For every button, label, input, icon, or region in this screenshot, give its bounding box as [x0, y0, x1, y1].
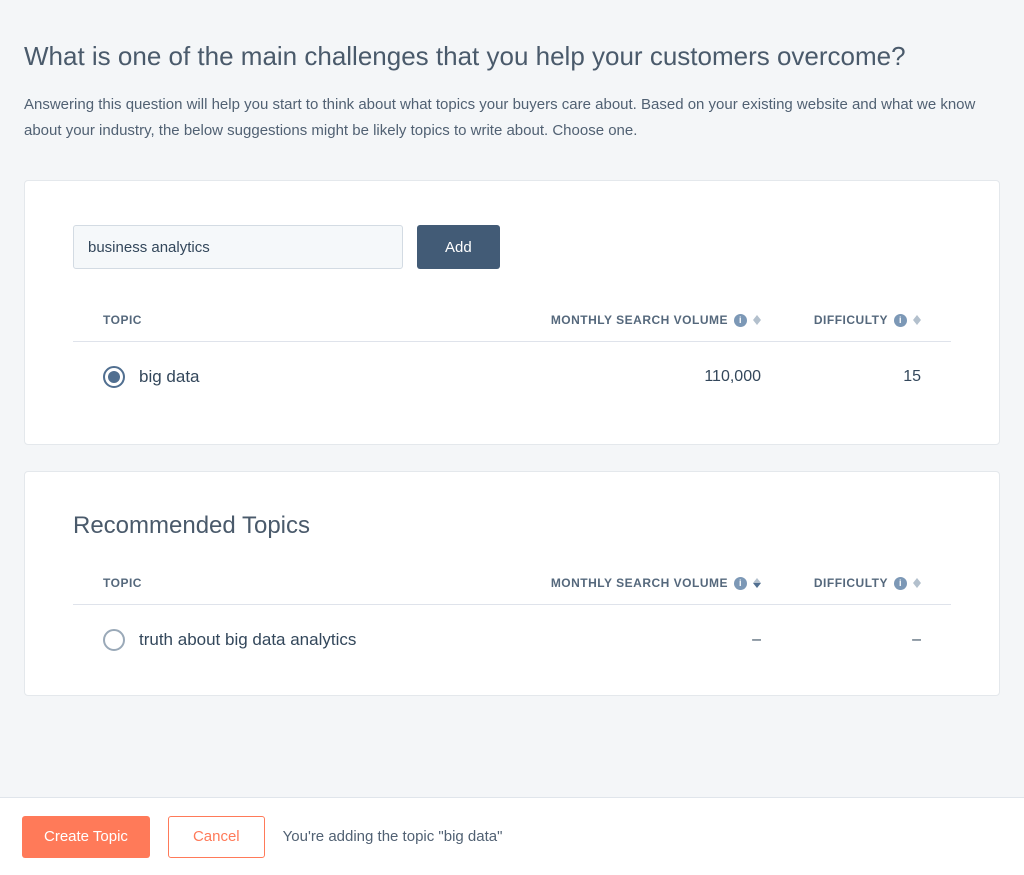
- topic-difficulty: 15: [761, 368, 921, 386]
- footer-bar: Create Topic Cancel You're adding the to…: [0, 797, 1024, 875]
- topic-volume: –: [501, 631, 761, 649]
- table-row[interactable]: truth about big data analytics – –: [73, 605, 951, 675]
- info-icon[interactable]: i: [734, 314, 747, 327]
- col-header-topic-label: TOPIC: [103, 576, 142, 590]
- topic-input[interactable]: [73, 225, 403, 269]
- radio-selected-icon[interactable]: [103, 366, 125, 388]
- recommended-title: Recommended Topics: [73, 512, 951, 540]
- col-header-difficulty-label: DIFFICULTY: [814, 576, 888, 590]
- topic-input-row: Add: [73, 225, 951, 269]
- col-header-topic[interactable]: TOPIC: [103, 576, 501, 590]
- added-topics-table: TOPIC MONTHLY SEARCH VOLUME i DIFFICULTY…: [73, 313, 951, 412]
- info-icon[interactable]: i: [894, 577, 907, 590]
- cancel-button[interactable]: Cancel: [168, 816, 265, 858]
- recommended-table: TOPIC MONTHLY SEARCH VOLUME i DIFFICULTY…: [73, 576, 951, 675]
- sort-icon[interactable]: [753, 578, 761, 588]
- col-header-volume-label: MONTHLY SEARCH VOLUME: [551, 313, 728, 327]
- col-header-difficulty-label: DIFFICULTY: [814, 313, 888, 327]
- col-header-topic[interactable]: TOPIC: [103, 313, 501, 327]
- topic-volume: 110,000: [501, 368, 761, 386]
- col-header-topic-label: TOPIC: [103, 313, 142, 327]
- topic-difficulty: –: [761, 631, 921, 649]
- topic-name: big data: [139, 367, 200, 387]
- table-header: TOPIC MONTHLY SEARCH VOLUME i DIFFICULTY…: [73, 576, 951, 605]
- col-header-volume[interactable]: MONTHLY SEARCH VOLUME i: [501, 576, 761, 590]
- col-header-difficulty[interactable]: DIFFICULTY i: [761, 313, 921, 327]
- sort-icon[interactable]: [913, 578, 921, 588]
- add-button[interactable]: Add: [417, 225, 500, 269]
- page-heading: What is one of the main challenges that …: [24, 40, 1000, 74]
- col-header-volume[interactable]: MONTHLY SEARCH VOLUME i: [501, 313, 761, 327]
- sort-icon[interactable]: [753, 315, 761, 325]
- topic-input-card: Add TOPIC MONTHLY SEARCH VOLUME i DIFFIC…: [24, 180, 1000, 445]
- col-header-volume-label: MONTHLY SEARCH VOLUME: [551, 576, 728, 590]
- page-subtext: Answering this question will help you st…: [24, 92, 1000, 145]
- footer-status-text: You're adding the topic "big data": [283, 828, 503, 845]
- topic-name: truth about big data analytics: [139, 630, 356, 650]
- col-header-difficulty[interactable]: DIFFICULTY i: [761, 576, 921, 590]
- info-icon[interactable]: i: [894, 314, 907, 327]
- sort-icon[interactable]: [913, 315, 921, 325]
- radio-unselected-icon[interactable]: [103, 629, 125, 651]
- info-icon[interactable]: i: [734, 577, 747, 590]
- recommended-card: Recommended Topics TOPIC MONTHLY SEARCH …: [24, 471, 1000, 696]
- table-header: TOPIC MONTHLY SEARCH VOLUME i DIFFICULTY…: [73, 313, 951, 342]
- create-topic-button[interactable]: Create Topic: [22, 816, 150, 858]
- table-row[interactable]: big data 110,000 15: [73, 342, 951, 412]
